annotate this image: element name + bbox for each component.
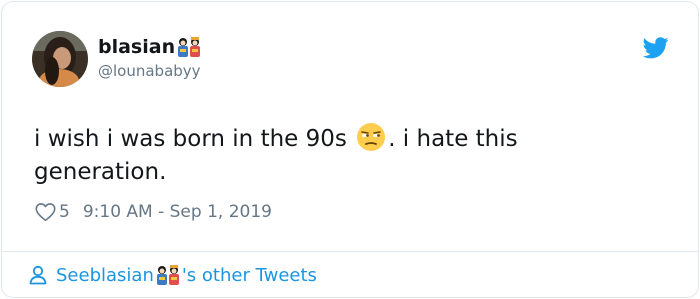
footer-name: blasian	[89, 264, 154, 286]
person-icon	[28, 265, 48, 285]
heart-icon[interactable]	[35, 202, 56, 222]
divider	[2, 251, 698, 252]
tweet-meta: 5 9:10 AM - Sep 1, 2019	[35, 202, 272, 222]
tweet-timestamp[interactable]: 9:10 AM - Sep 1, 2019	[83, 202, 272, 222]
display-name: blasian	[98, 36, 176, 58]
user-info[interactable]: blasian @lounababyy	[98, 35, 202, 80]
avatar-photo	[32, 31, 88, 87]
footer-prefix: See	[56, 264, 90, 286]
dolls-emoji-icon	[155, 264, 181, 286]
see-other-tweets-link[interactable]: See blasian 's other Tweets	[28, 264, 317, 286]
tweet-text: i wish i was born in the 90s . i hate th…	[34, 122, 654, 189]
user-handle: @lounababyy	[98, 62, 201, 80]
twitter-bird-icon[interactable]	[642, 37, 669, 59]
dolls-emoji-icon	[176, 36, 202, 58]
tweet-card: blasian @lounababyy i wish i was born in…	[1, 1, 699, 298]
avatar[interactable]	[32, 31, 88, 87]
tweet-text-part-1: i wish i was born in the 90s	[34, 126, 355, 152]
unamused-face-emoji-icon	[356, 122, 386, 152]
footer-suffix: 's other Tweets	[181, 264, 317, 286]
like-count[interactable]: 5	[59, 202, 70, 222]
